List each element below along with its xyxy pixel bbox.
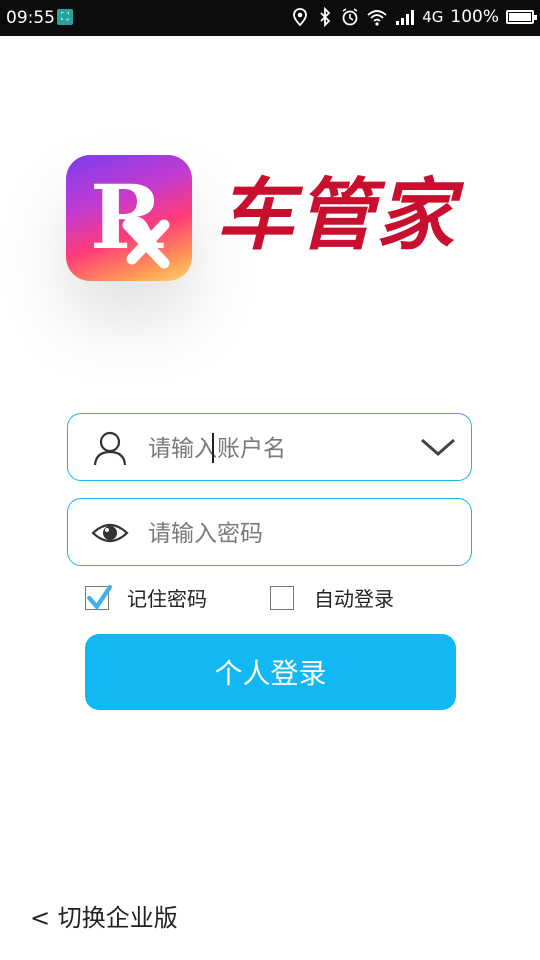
alarm-icon [342, 8, 358, 26]
user-icon [93, 431, 127, 466]
auto-login-label: 自动登录 [314, 587, 394, 611]
status-time: 09:55 [6, 8, 55, 28]
password-field[interactable] [67, 498, 472, 566]
battery-percent: 100% [450, 7, 499, 27]
bluetooth-icon [320, 7, 331, 27]
auto-login-checkbox[interactable] [270, 586, 294, 610]
switch-enterprise-link[interactable]: < 切换企业版 [30, 898, 178, 933]
username-field[interactable] [67, 413, 472, 481]
location-icon [293, 8, 308, 27]
remember-password-checkbox[interactable] [85, 585, 112, 611]
status-bar: 09:55 ⛶ 4G 100% [0, 0, 540, 36]
app-logo: R [66, 155, 192, 281]
network-type: 4G [422, 8, 444, 26]
signal-icon [396, 10, 415, 25]
brand-name: 车管家 [216, 171, 457, 261]
personal-login-button[interactable]: 个人登录 [85, 634, 456, 710]
wifi-icon [367, 10, 387, 26]
status-icons: 4G 100% [291, 7, 537, 27]
eye-icon[interactable] [90, 513, 130, 553]
checkmark-icon [87, 585, 112, 611]
text-cursor [212, 433, 214, 463]
screenshot-notification-icon: ⛶ [57, 9, 73, 25]
remember-password-label: 记住密码 [127, 587, 207, 611]
battery-icon [506, 10, 537, 24]
logo-x-mark [122, 219, 170, 269]
password-input[interactable] [146, 511, 410, 557]
username-input[interactable] [146, 426, 410, 472]
chevron-down-icon[interactable] [419, 432, 457, 462]
